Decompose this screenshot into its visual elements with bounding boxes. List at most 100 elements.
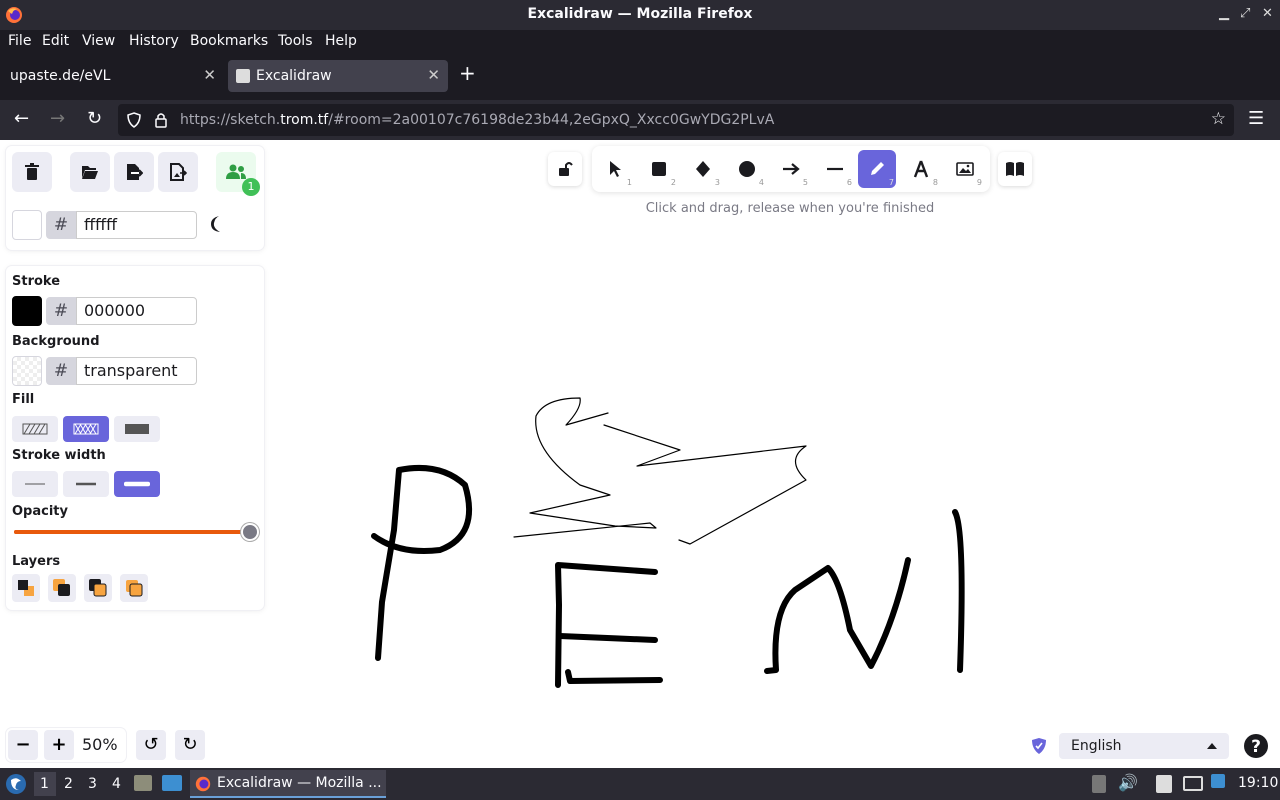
- tool-lock-button[interactable]: [548, 152, 582, 186]
- export-image-button[interactable]: [158, 152, 198, 192]
- canvas-background-input[interactable]: ffffff: [76, 211, 197, 239]
- menu-view[interactable]: View: [82, 33, 115, 49]
- menu-help[interactable]: Help: [325, 33, 357, 49]
- unlock-icon: [559, 162, 573, 176]
- bookmark-star-icon[interactable]: ☆: [1211, 109, 1226, 129]
- menu-edit[interactable]: Edit: [42, 33, 69, 49]
- bring-forward-button[interactable]: [84, 574, 112, 602]
- new-tab-icon[interactable]: +: [459, 61, 476, 85]
- menu-history[interactable]: History: [129, 33, 179, 49]
- image-tool[interactable]: 9: [946, 150, 984, 188]
- send-to-back-button[interactable]: [12, 574, 40, 602]
- language-select[interactable]: English: [1059, 733, 1229, 759]
- export-file-icon: [127, 164, 143, 180]
- hash-label: #: [46, 211, 76, 239]
- stroke-color-input[interactable]: 000000: [76, 297, 197, 325]
- reload-icon[interactable]: ↻: [87, 108, 102, 129]
- bring-to-front-button[interactable]: [120, 574, 148, 602]
- cross-hatch-fill-icon: [73, 423, 99, 435]
- file-manager-icon[interactable]: [134, 775, 152, 791]
- ellipse-tool[interactable]: 4: [728, 150, 766, 188]
- workspace-1[interactable]: 1: [40, 776, 49, 792]
- undo-button[interactable]: ↺: [136, 730, 166, 760]
- workspace-3[interactable]: 3: [88, 776, 97, 792]
- arrow-right-icon: [783, 163, 800, 175]
- live-collaboration-button[interactable]: 1: [216, 152, 260, 196]
- text-tool[interactable]: 8: [902, 150, 940, 188]
- open-button[interactable]: [70, 152, 110, 192]
- desktop-icon[interactable]: [162, 775, 182, 791]
- stroke-width-thin-button[interactable]: [12, 471, 58, 497]
- zoom-level[interactable]: 50%: [82, 735, 118, 754]
- bring-forward-icon: [89, 579, 107, 597]
- canvas-background-swatch[interactable]: [12, 210, 42, 240]
- send-backward-button[interactable]: [48, 574, 76, 602]
- diamond-tool[interactable]: 3: [684, 150, 722, 188]
- tab-excalidraw[interactable]: Excalidraw ✕: [228, 60, 448, 92]
- shield-icon[interactable]: [126, 112, 142, 128]
- menu-tools[interactable]: Tools: [278, 33, 313, 49]
- shape-toolbar: 1 2 3 4 5 6 7 8 9: [592, 146, 990, 192]
- forward-icon[interactable]: →: [50, 108, 65, 129]
- line-tool[interactable]: 6: [816, 150, 854, 188]
- moon-icon[interactable]: [208, 215, 224, 233]
- collaborator-count-badge: 1: [242, 178, 260, 196]
- tray-clipboard-icon[interactable]: [1092, 775, 1106, 793]
- zoom-controls: − + 50%: [6, 728, 126, 762]
- lock-icon[interactable]: [154, 112, 168, 128]
- fill-hachure-button[interactable]: [12, 416, 58, 442]
- close-tab-icon[interactable]: ✕: [203, 66, 216, 84]
- folder-open-icon: [82, 166, 98, 179]
- fill-solid-button[interactable]: [114, 416, 160, 442]
- close-tab-icon[interactable]: ✕: [427, 66, 440, 84]
- stroke-label: Stroke: [12, 274, 61, 289]
- help-icon[interactable]: ?: [1243, 733, 1269, 759]
- library-button[interactable]: [998, 152, 1032, 186]
- fill-cross-hatch-button[interactable]: [63, 416, 109, 442]
- background-color-input[interactable]: transparent: [76, 357, 197, 385]
- taskbar-firefox-window[interactable]: Excalidraw — Mozilla ...: [190, 770, 386, 798]
- stroke-width-bold-button[interactable]: [63, 471, 109, 497]
- minimize-icon[interactable]: ▁: [1219, 6, 1229, 21]
- volume-icon[interactable]: 🔊: [1118, 773, 1138, 792]
- url-bar[interactable]: https://sketch.trom.tf/#room=2a00107c761…: [118, 104, 1234, 136]
- stroke-color-swatch[interactable]: [12, 296, 42, 326]
- redo-button[interactable]: ↻: [175, 730, 205, 760]
- tab-upaste[interactable]: upaste.de/eVL ✕: [0, 60, 224, 92]
- start-menu-icon[interactable]: [5, 773, 27, 795]
- maximize-icon[interactable]: ⤢: [1240, 6, 1250, 21]
- zoom-out-button[interactable]: −: [8, 730, 38, 760]
- rectangle-tool[interactable]: 2: [640, 150, 678, 188]
- workspace-4[interactable]: 4: [112, 776, 121, 792]
- clear-canvas-button[interactable]: [12, 152, 52, 192]
- update-notifier-icon[interactable]: [1211, 774, 1225, 788]
- opacity-slider-thumb[interactable]: [241, 523, 259, 541]
- save-to-file-button[interactable]: [114, 152, 154, 192]
- menu-file[interactable]: File: [8, 33, 31, 49]
- encryption-shield-icon[interactable]: [1031, 737, 1047, 755]
- export-image-icon: [170, 163, 187, 181]
- close-window-icon[interactable]: ✕: [1262, 6, 1273, 21]
- arrow-tool[interactable]: 5: [772, 150, 810, 188]
- opacity-slider-track[interactable]: [14, 523, 259, 541]
- line-icon: [827, 167, 843, 171]
- menu-bookmarks[interactable]: Bookmarks: [190, 33, 268, 49]
- hash-label: #: [46, 357, 76, 385]
- taskbar-window-label: Excalidraw — Mozilla ...: [217, 775, 382, 791]
- notes-icon[interactable]: [1156, 775, 1172, 793]
- square-icon: [652, 162, 666, 176]
- selection-tool[interactable]: 1: [596, 150, 634, 188]
- hamburger-menu-icon[interactable]: ☰: [1248, 108, 1264, 129]
- back-icon[interactable]: ←: [14, 108, 29, 129]
- svg-text:?: ?: [1251, 737, 1261, 757]
- draw-tool[interactable]: 7: [858, 150, 896, 188]
- network-icon[interactable]: [1183, 776, 1203, 791]
- extra-bold-line-icon: [124, 481, 150, 487]
- background-color-swatch[interactable]: [12, 356, 42, 386]
- stroke-width-extra-bold-button[interactable]: [114, 471, 160, 497]
- workspace-2[interactable]: 2: [64, 776, 73, 792]
- properties-panel: Stroke # 000000 Background # transparent…: [6, 266, 264, 610]
- layers-label: Layers: [12, 554, 61, 569]
- url-text: https://sketch.trom.tf/#room=2a00107c761…: [180, 112, 775, 128]
- zoom-in-button[interactable]: +: [44, 730, 74, 760]
